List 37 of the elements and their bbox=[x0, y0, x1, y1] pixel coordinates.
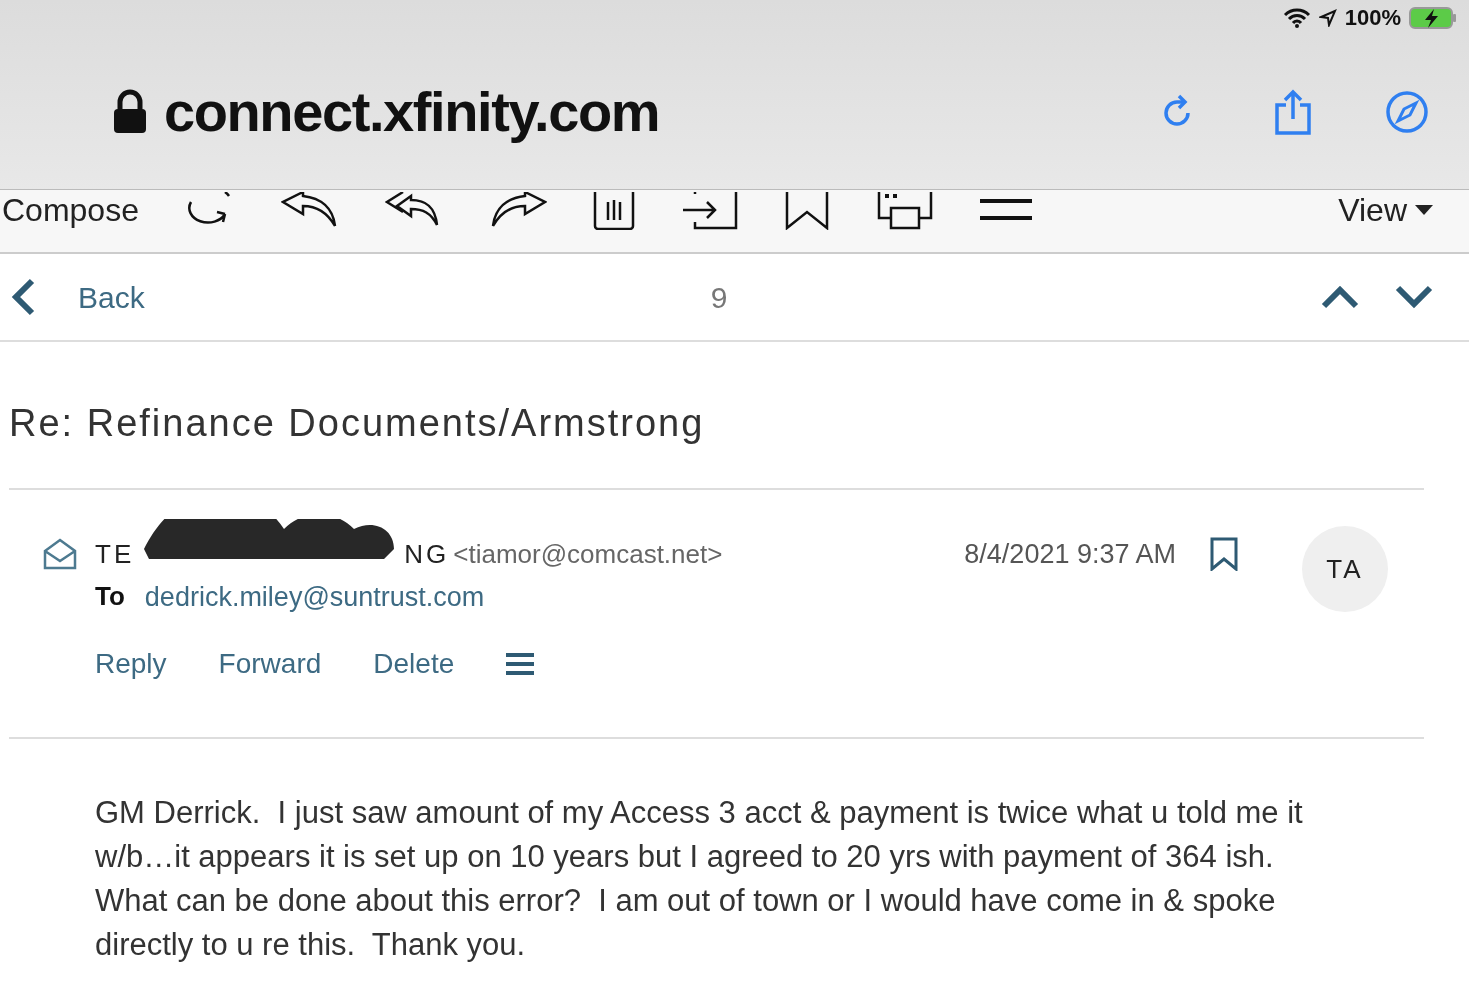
sender-name-fragment: NG bbox=[404, 537, 450, 571]
opened-envelope-icon bbox=[43, 537, 77, 572]
share-icon[interactable] bbox=[1273, 89, 1313, 135]
url-text[interactable]: connect.xfinity.com bbox=[164, 70, 660, 154]
more-menu-icon[interactable] bbox=[506, 652, 535, 676]
sender-avatar: TA bbox=[1302, 526, 1388, 612]
menu-icon[interactable] bbox=[978, 198, 1033, 222]
compass-icon[interactable] bbox=[1385, 90, 1429, 134]
email-subject: Re: Refinance Documents/Armstrong bbox=[9, 404, 706, 442]
reply-link[interactable]: Reply bbox=[95, 643, 167, 685]
print-icon[interactable] bbox=[876, 192, 933, 230]
message-position: 9 bbox=[710, 279, 728, 316]
archive-icon[interactable] bbox=[592, 192, 635, 230]
battery-charging-icon bbox=[1409, 5, 1457, 30]
forward-link[interactable]: Forward bbox=[218, 643, 322, 685]
sender-email: <tiamor@comcast.net> bbox=[453, 537, 723, 571]
bookmark-icon[interactable] bbox=[784, 192, 831, 230]
compose-button[interactable]: Compose bbox=[2, 192, 139, 228]
email-body: GM Derrick. I just saw amount of my Access 3 acct & payment is twice what u told me it w/b…it appears it is set up on 10 years but I agreed to 20 yrs with payment of 364 ish. What can be done about this error? I am out of town or I would have come in & spoke directly to u re this. Thank you. bbox=[95, 794, 1304, 964]
previous-chevron-icon[interactable] bbox=[1321, 285, 1359, 309]
lock-icon bbox=[112, 89, 148, 135]
to-label: To bbox=[95, 580, 125, 614]
wifi-icon bbox=[1282, 7, 1311, 28]
move-icon[interactable] bbox=[680, 192, 739, 230]
location-arrow-icon bbox=[1318, 8, 1337, 27]
caret-icon bbox=[1415, 205, 1433, 215]
recipient-email[interactable]: dedrick.miley@suntrust.com bbox=[144, 576, 485, 617]
battery-percentage: 100% bbox=[1344, 4, 1401, 32]
back-chevron-icon[interactable] bbox=[10, 278, 36, 316]
bookmark-icon[interactable] bbox=[1210, 537, 1238, 572]
sender-name-fragment: TE bbox=[95, 537, 135, 571]
back-link[interactable]: Back bbox=[78, 274, 145, 320]
reply-icon[interactable] bbox=[280, 192, 339, 228]
next-chevron-icon[interactable] bbox=[1395, 285, 1433, 309]
delete-link[interactable]: Delete bbox=[373, 643, 455, 685]
view-menu-button[interactable]: View bbox=[1338, 192, 1433, 228]
message-date: 8/4/2021 9:37 AM bbox=[964, 538, 1176, 571]
